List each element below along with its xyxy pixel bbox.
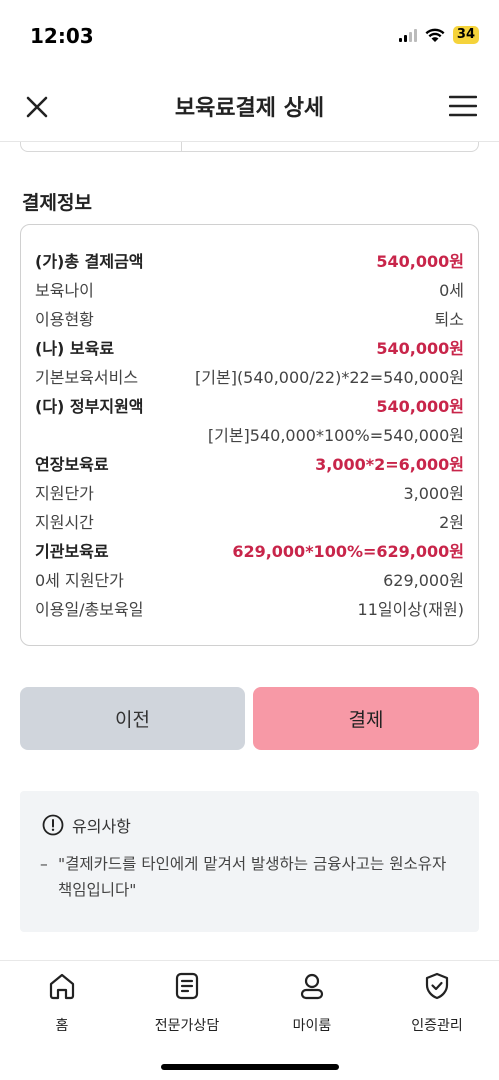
info-row: (나) 보육료 540,000원 [35,332,464,361]
info-row: 보육나이 0세 [35,274,464,303]
nav-label: 홈 [55,1018,69,1034]
row-label: (다) 정부지원액 [35,396,144,416]
row-label: 기본보육서비스 [35,367,139,387]
info-circle-icon [42,814,64,836]
status-icons: 34 [398,26,479,44]
nav-item-myroom[interactable]: 마이룸 [250,971,374,1035]
nav-item-expert-consult[interactable]: 전문가상담 [125,971,249,1035]
section-title: 결제정보 [22,192,92,214]
battery-icon: 34 [452,26,479,44]
row-value: 540,000원 [376,251,464,271]
shield-check-icon [425,972,449,1000]
notice-header: 유의사항 [42,813,131,837]
row-value: 2원 [439,512,464,532]
previous-card-edge [20,142,479,152]
row-label: 보육나이 [35,280,94,300]
row-value: 629,000*100%=629,000원 [232,541,464,561]
info-row: (다) 정부지원액 540,000원 [35,390,464,419]
prev-button[interactable]: 이전 [20,687,245,750]
row-value: 11일이상(재원) [357,599,464,619]
row-label: (가)총 결제금액 [35,251,144,271]
row-label: 이용현황 [35,309,94,329]
row-label: 연장보육료 [35,454,109,474]
row-label: 지원단가 [35,483,94,503]
row-value: 629,000원 [383,570,464,590]
nav-item-auth-manage[interactable]: 인증관리 [375,971,499,1035]
row-value: 0세 [439,280,464,300]
info-row: [기본]540,000*100%=540,000원 [35,419,464,448]
row-value: 3,000원 [403,483,464,503]
info-row: 이용현황 퇴소 [35,303,464,332]
row-label: 이용일/총보육일 [35,599,144,619]
cellular-signal-icon [398,28,417,42]
bottom-navigation: 홈 전문가상담 마이룸 인증관리 [0,960,499,1080]
document-icon [175,972,199,1000]
row-label: 0세 지원단가 [35,570,124,590]
page-title: 보육료결제 상세 [174,96,325,121]
row-value: 540,000원 [376,396,464,416]
row-label: 기관보육료 [35,541,109,561]
info-row: 이용일/총보육일 11일이상(재원) [35,593,464,622]
user-icon [300,973,324,1000]
nav-label: 인증관리 [411,1018,463,1034]
wifi-icon [425,28,445,42]
info-row: 0세 지원단가 629,000원 [35,564,464,593]
info-row: 기본보육서비스 [기본](540,000/22)*22=540,000원 [35,361,464,390]
row-value: 3,000*2=6,000원 [315,454,464,474]
hamburger-menu-icon[interactable] [449,94,477,118]
nav-label: 마이룸 [292,1018,332,1034]
notice-dash: – [40,855,48,873]
notice-text: – "결제카드를 타인에게 맡겨서 발생하는 금융사고는 원소유자 책임입니다" [40,851,460,903]
home-indicator [161,1064,339,1070]
notice-box: 유의사항 – "결제카드를 타인에게 맡겨서 발생하는 금융사고는 원소유자 책… [20,791,479,932]
row-value: [기본]540,000*100%=540,000원 [207,425,464,445]
info-row: 지원단가 3,000원 [35,477,464,506]
notice-title: 유의사항 [72,817,131,836]
status-bar: 12:03 34 [0,0,499,70]
row-label: (나) 보육료 [35,338,115,358]
info-row: 지원시간 2원 [35,506,464,535]
nav-label: 전문가상담 [154,1018,220,1034]
nav-item-home[interactable]: 홈 [0,971,124,1035]
info-row: 연장보육료 3,000*2=6,000원 [35,448,464,477]
info-row: 기관보육료 629,000*100%=629,000원 [35,535,464,564]
status-time: 12:03 [30,24,94,48]
row-value: 540,000원 [376,338,464,358]
row-value: [기본](540,000/22)*22=540,000원 [195,367,464,387]
row-value: 퇴소 [434,309,464,329]
row-label: 지원시간 [35,512,94,532]
notice-message: "결제카드를 타인에게 맡겨서 발생하는 금융사고는 원소유자 책임입니다" [58,855,447,899]
app-header: 보육료결제 상세 [0,70,499,142]
pay-button[interactable]: 결제 [253,687,479,750]
payment-info-card: (가)총 결제금액 540,000원 보육나이 0세 이용현황 퇴소 (나) 보육료 5… [20,224,479,646]
home-icon [49,973,75,1000]
info-row: (가)총 결제금액 540,000원 [35,245,464,274]
